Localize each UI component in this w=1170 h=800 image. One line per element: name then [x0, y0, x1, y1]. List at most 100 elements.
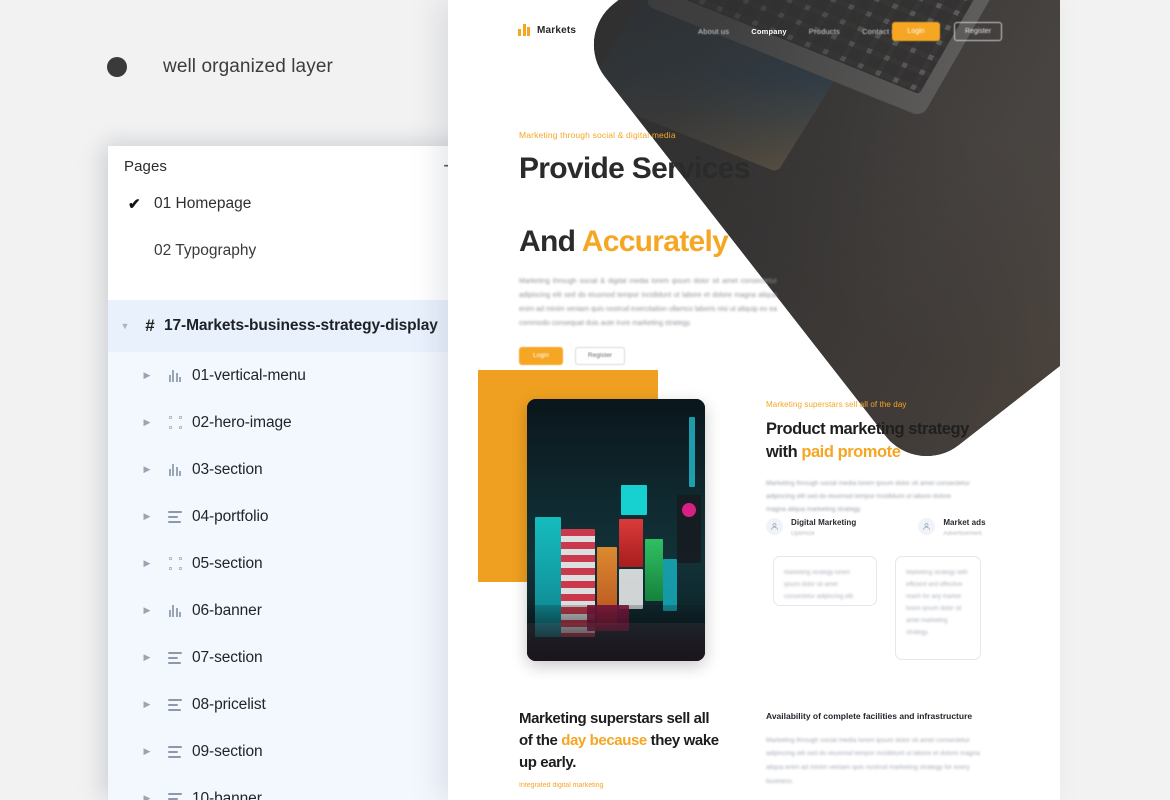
feature-title: Digital Marketing: [791, 518, 857, 527]
section3-title-accent: day because: [561, 731, 647, 749]
section3-right: Availability of complete facilities and …: [766, 710, 998, 788]
layer-group-label: 17-Markets-business-strategy-display: [164, 317, 438, 334]
chevron-right-icon[interactable]: ▶: [136, 699, 158, 710]
layer-row[interactable]: ▶ 10-banner: [108, 775, 478, 800]
layer-label: 05-section: [192, 554, 263, 572]
nav-item-products[interactable]: Products: [809, 27, 840, 36]
layers-panel: Pages + ✔ 01 Homepage 02 Typography ▼ # …: [108, 146, 478, 800]
chevron-right-icon[interactable]: ▶: [136, 370, 158, 381]
layer-label: 07-section: [192, 648, 263, 666]
nav-register-button[interactable]: Register: [954, 22, 1002, 41]
feature-title: Market ads: [943, 518, 986, 527]
hero-paragraph: Marketing through social & digital media…: [519, 277, 777, 327]
chevron-right-icon[interactable]: ▶: [136, 746, 158, 757]
layer-label: 09-section: [192, 742, 263, 760]
mini-card-left: Marketing strategy lorem ipsum dolor sit…: [773, 556, 877, 606]
layer-label: 02-hero-image: [192, 413, 292, 431]
mini-card-right-text: Marketing strategy with efficient and ef…: [906, 570, 968, 636]
chevron-down-icon[interactable]: ▼: [114, 321, 136, 331]
page-item-label: 02 Typography: [154, 241, 257, 259]
caption-row: well organized layer: [107, 56, 333, 78]
section2-title-accent: paid promote: [801, 442, 901, 461]
layer-row[interactable]: ▶ 03-section: [108, 446, 478, 493]
page-item-homepage[interactable]: ✔ 01 Homepage: [108, 180, 478, 227]
mini-card-left-text: Marketing strategy lorem ipsum dolor sit…: [784, 570, 855, 600]
hash-frame-icon: #: [145, 316, 155, 335]
chevron-right-icon[interactable]: ▶: [136, 417, 158, 428]
component-icon: [168, 369, 182, 382]
layer-row[interactable]: ▶ 05-section: [108, 540, 478, 587]
mockup-navbar: Markets About us Company Products Contac…: [448, 0, 1060, 62]
chevron-right-icon[interactable]: ▶: [136, 605, 158, 616]
hero-register-button[interactable]: Register: [575, 346, 625, 365]
layer-group-selected[interactable]: ▼ # 17-Markets-business-strategy-display: [108, 300, 478, 352]
component-icon: [168, 604, 182, 617]
layer-label: 08-pricelist: [192, 695, 266, 713]
layer-row[interactable]: ▶ 06-banner: [108, 587, 478, 634]
brand-name: Markets: [537, 24, 577, 36]
section2-eyebrow: Marketing superstars sell all of the day: [766, 400, 907, 409]
design-mockup-preview: Markets About us Company Products Contac…: [448, 0, 1060, 800]
neon-city-photo: [527, 399, 705, 661]
layer-row[interactable]: ▶ 01-vertical-menu: [108, 352, 478, 399]
section2-paragraph: Marketing through social media lorem ips…: [766, 479, 970, 514]
layer-row[interactable]: ▶ 09-section: [108, 728, 478, 775]
hero-title-part2: And: [519, 225, 582, 259]
chevron-right-icon[interactable]: ▶: [136, 558, 158, 569]
section2-title-line1: Product marketing strategy: [766, 420, 969, 438]
section2-title-line2-prefix: with: [766, 442, 802, 461]
hero-copy: Marketing through social & digital media…: [518, 130, 859, 365]
section2-copy: Marketing superstars sell all of the day…: [766, 400, 1006, 516]
frame-icon: [168, 557, 182, 570]
wet-street-reflection: [527, 623, 705, 661]
section2-title: Product marketing strategy with paid pro…: [766, 418, 1006, 464]
user-avatar-icon: [918, 518, 936, 535]
bar-chart-icon: [518, 24, 530, 36]
nav-item-about[interactable]: About us: [698, 27, 729, 36]
layer-label: 06-banner: [192, 601, 262, 619]
pages-title: Pages: [124, 157, 168, 175]
caption-label: well organized layer: [163, 56, 333, 77]
group-icon: [168, 792, 182, 800]
feature-subtitle: Optimize: [791, 531, 815, 537]
layer-label: 10-banner: [192, 789, 262, 800]
nav-menu: About us Company Products Contact us: [698, 27, 900, 36]
filled-circle-icon: [107, 57, 127, 77]
hero-actions: Login Register: [519, 346, 859, 365]
hero-login-button[interactable]: Login: [519, 346, 563, 365]
hero-title-quickly: Quickly: [518, 188, 623, 222]
page-item-label: 01 Homepage: [154, 194, 252, 212]
group-icon: [168, 698, 182, 711]
nav-login-button[interactable]: Login: [892, 22, 940, 41]
screenshot-root: well organized layer Pages + ✔ 01 Homepa…: [0, 0, 1170, 800]
component-icon: [168, 463, 182, 476]
chevron-right-icon[interactable]: ▶: [136, 793, 158, 800]
brand-logo[interactable]: Markets: [518, 24, 576, 36]
group-icon: [168, 651, 182, 664]
layer-label: 03-section: [192, 460, 263, 478]
hero-title-accurately: Accurately: [581, 225, 729, 259]
section3-right-paragraph: Marketing through social media lorem ips…: [766, 736, 980, 785]
chevron-right-icon[interactable]: ▶: [136, 652, 158, 663]
layer-row[interactable]: ▶ 07-section: [108, 634, 478, 681]
hero-eyebrow: Marketing through social & digital media: [519, 130, 676, 140]
chevron-right-icon[interactable]: ▶: [136, 511, 158, 522]
layer-rows: ▶ 01-vertical-menu ▶ 02-hero-image ▶ 03-secti…: [108, 352, 478, 800]
nav-item-company[interactable]: Company: [751, 27, 787, 36]
check-icon: ✔: [128, 195, 141, 213]
page-item-typography[interactable]: 02 Typography: [108, 227, 478, 274]
section3-left: Marketing superstars sell all of the day…: [519, 708, 724, 789]
section3-tag: Integrated digital marketing: [519, 782, 604, 790]
layer-row[interactable]: ▶ 02-hero-image: [108, 399, 478, 446]
layer-label: 01-vertical-menu: [192, 366, 306, 384]
group-icon: [168, 745, 182, 758]
layer-row[interactable]: ▶ 04-portfolio: [108, 493, 478, 540]
layer-label: 04-portfolio: [192, 507, 269, 525]
pages-header: Pages +: [108, 146, 478, 180]
frame-icon: [168, 416, 182, 429]
hero-title: Provide Services Quickly And Accurately: [518, 151, 859, 261]
feature-row: Digital Marketing Optimize Market ads Ad…: [766, 518, 986, 537]
layer-row[interactable]: ▶ 08-pricelist: [108, 681, 478, 728]
chevron-right-icon[interactable]: ▶: [136, 464, 158, 475]
mini-card-right: Marketing strategy with efficient and ef…: [895, 556, 981, 660]
